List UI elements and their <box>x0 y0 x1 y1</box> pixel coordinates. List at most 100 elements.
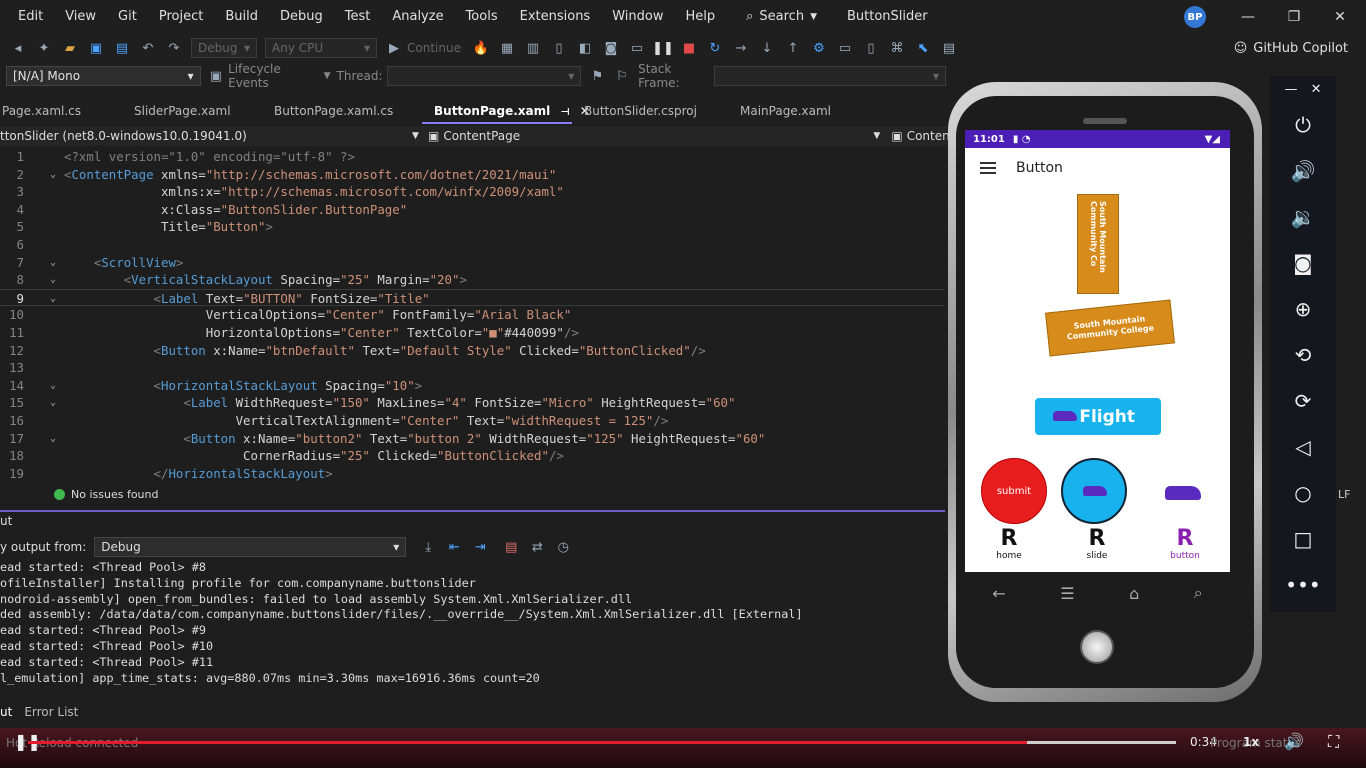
tab-slide[interactable]: R slide <box>1067 528 1127 562</box>
step-over-icon[interactable]: → <box>731 39 751 57</box>
menu-window[interactable]: Window <box>601 0 674 33</box>
find-message-icon[interactable]: ⤓ <box>418 538 438 556</box>
rotate-left-icon[interactable]: ⟲ <box>1270 332 1336 378</box>
tab-output[interactable]: ut <box>0 703 24 723</box>
flag-all-icon[interactable]: ⚐ <box>613 67 631 85</box>
back-nav-icon[interactable]: ◂ <box>8 39 28 57</box>
code-line[interactable]: 8 ⌄ <VerticalStackLayout Spacing="25" Mar… <box>0 271 945 289</box>
minimize-icon[interactable]: — <box>1285 82 1298 97</box>
step-out-icon[interactable]: ↑ <box>783 39 803 57</box>
code-line[interactable]: 10 VerticalOptions="Center" FontFamily="… <box>0 306 945 324</box>
menu-help[interactable]: Help <box>674 0 726 33</box>
airplane-round-button[interactable] <box>1061 458 1127 524</box>
overview-icon[interactable]: □ <box>1270 516 1336 562</box>
stop-icon[interactable]: ■ <box>679 39 699 57</box>
redo-icon[interactable]: ↷ <box>164 39 184 57</box>
volume-down-icon[interactable]: 🔉 <box>1270 194 1336 240</box>
search-icon[interactable]: ⌕ <box>1194 583 1203 603</box>
volume-up-icon[interactable]: 🔊 <box>1270 148 1336 194</box>
chevron-down-icon[interactable]: ▼ <box>873 131 891 141</box>
more-icon[interactable]: ••• <box>1270 562 1336 608</box>
window-icon[interactable]: ▭ <box>627 39 647 57</box>
platform-combo[interactable]: Any CPU ▾ <box>265 38 377 58</box>
code-line[interactable]: 9 ⌄ <Label Text="BUTTON" FontSize="Title" <box>0 288 945 308</box>
fullscreen-icon[interactable]: ⛶ <box>1328 732 1339 752</box>
airplane-image[interactable] <box>1165 486 1201 500</box>
fold-chevron-icon[interactable]: ⌄ <box>50 394 56 412</box>
lifecycle-icon[interactable]: ▣ <box>207 67 225 85</box>
tab-sliderpage-xaml[interactable]: SliderPage.xaml <box>122 100 262 124</box>
code-line[interactable]: 6 <box>0 236 945 254</box>
menu-project[interactable]: Project <box>148 0 214 33</box>
restore-button[interactable]: ❐ <box>1274 0 1314 33</box>
code-line[interactable]: 3 xmlns:x="http://schemas.microsoft.com/… <box>0 183 945 201</box>
config-combo[interactable]: Debug ▾ <box>191 38 257 58</box>
tab-error-list[interactable]: Error List <box>24 703 88 723</box>
rotate-right-icon[interactable]: ⟳ <box>1270 378 1336 424</box>
code-line[interactable]: 1 <?xml version="1.0" encoding="utf-8" ?> <box>0 148 945 166</box>
menu-debug[interactable]: Debug <box>269 0 334 33</box>
restart-icon[interactable]: ↻ <box>705 39 725 57</box>
snapshot-icon[interactable]: ◧ <box>575 39 595 57</box>
phone-screen[interactable]: 11:01 ▮ ◔ ▼◢ Button South Mountain Commu… <box>965 130 1230 572</box>
fold-chevron-icon[interactable]: ⌄ <box>50 430 56 448</box>
display-adorners-icon[interactable]: ▤ <box>939 39 959 57</box>
flag-icon[interactable]: ⚑ <box>588 67 606 85</box>
member-dropdown[interactable]: Conten <box>907 129 950 143</box>
camera-icon[interactable]: ◙ <box>1270 240 1336 286</box>
chevron-down-icon[interactable]: ▼ <box>412 131 428 141</box>
fold-chevron-icon[interactable]: ⌄ <box>50 290 56 308</box>
tablet-icon[interactable]: ▯ <box>861 39 881 57</box>
target-framework-dropdown[interactable]: ttonSlider (net8.0-windows10.0.19041.0) <box>0 129 412 143</box>
output-text[interactable]: ead started: <Thread Pool> #8 ofileInstal… <box>0 560 945 686</box>
break-all-icon[interactable]: ❚❚ <box>652 39 674 57</box>
issues-label[interactable]: No issues found <box>71 488 158 501</box>
tab-buttonpage-xaml[interactable]: ButtonPage.xaml ⊣ ✕ <box>422 100 590 124</box>
flight-button[interactable]: Flight <box>1035 398 1161 435</box>
home-house-icon[interactable]: ⌂ <box>1129 584 1139 603</box>
submit-button[interactable]: submit <box>981 458 1047 524</box>
process-combo[interactable]: [N/A] Mono ▾ <box>6 66 201 86</box>
code-line[interactable]: 13 <box>0 359 945 377</box>
menu-analyze[interactable]: Analyze <box>381 0 454 33</box>
prev-message-icon[interactable]: ⇤ <box>444 538 464 556</box>
power-icon[interactable]: ⏻ <box>1270 102 1336 148</box>
menu-view[interactable]: View <box>54 0 107 33</box>
back-icon[interactable]: ◁ <box>1270 424 1336 470</box>
tab-buttonpage-xaml-cs[interactable]: ButtonPage.xaml.cs <box>262 100 422 124</box>
tab-mainpage-xaml[interactable]: MainPage.xaml <box>728 100 843 124</box>
close-button[interactable]: ✕ <box>1320 0 1360 33</box>
clear-all-icon[interactable]: ▤ <box>501 538 521 556</box>
tab-page-xaml-cs[interactable]: Page.xaml.cs <box>0 100 122 124</box>
menu-lines-icon[interactable]: ☰ <box>1060 584 1074 603</box>
scope-dropdown[interactable]: ContentPage <box>443 129 873 143</box>
step-into-icon[interactable]: ↓ <box>757 39 777 57</box>
back-arrow-icon[interactable]: ← <box>992 584 1005 603</box>
output-source-combo[interactable]: Debug ▾ <box>94 537 407 557</box>
fold-chevron-icon[interactable]: ⌄ <box>50 271 56 289</box>
undo-icon[interactable]: ↶ <box>138 39 158 57</box>
menu-git[interactable]: Git <box>107 0 148 33</box>
continue-label[interactable]: Continue <box>407 41 461 55</box>
hot-reload-icon[interactable]: 🔥 <box>471 39 491 57</box>
menu-tools[interactable]: Tools <box>455 0 509 33</box>
close-icon[interactable]: ✕ <box>1311 82 1322 97</box>
lifecycle-label[interactable]: Lifecycle Events <box>228 62 318 90</box>
open-folder-icon[interactable]: ▰ <box>60 39 80 57</box>
menu-test[interactable]: Test <box>334 0 382 33</box>
save-all-icon[interactable]: ▤ <box>112 39 132 57</box>
browser-icon[interactable]: ▦ <box>497 39 517 57</box>
search-box[interactable]: ⌕ Search ▼ <box>738 9 825 24</box>
playback-speed[interactable]: 1x <box>1243 735 1259 749</box>
minimize-button[interactable]: — <box>1228 0 1268 33</box>
next-message-icon[interactable]: ⇥ <box>470 538 490 556</box>
save-icon[interactable]: ▣ <box>86 39 106 57</box>
menu-build[interactable]: Build <box>214 0 269 33</box>
home-icon[interactable]: ○ <box>1270 470 1336 516</box>
monitor-icon[interactable]: ▭ <box>835 39 855 57</box>
code-line[interactable]: 12 <Button x:Name="btnDefault" Text="Def… <box>0 342 945 360</box>
tab-home[interactable]: R home <box>979 528 1039 562</box>
copilot-button[interactable]: ☺ GitHub Copilot <box>1234 41 1348 56</box>
volume-icon[interactable]: 🔊 <box>1284 732 1304 751</box>
camera-tool-icon[interactable]: ◙ <box>601 39 621 57</box>
